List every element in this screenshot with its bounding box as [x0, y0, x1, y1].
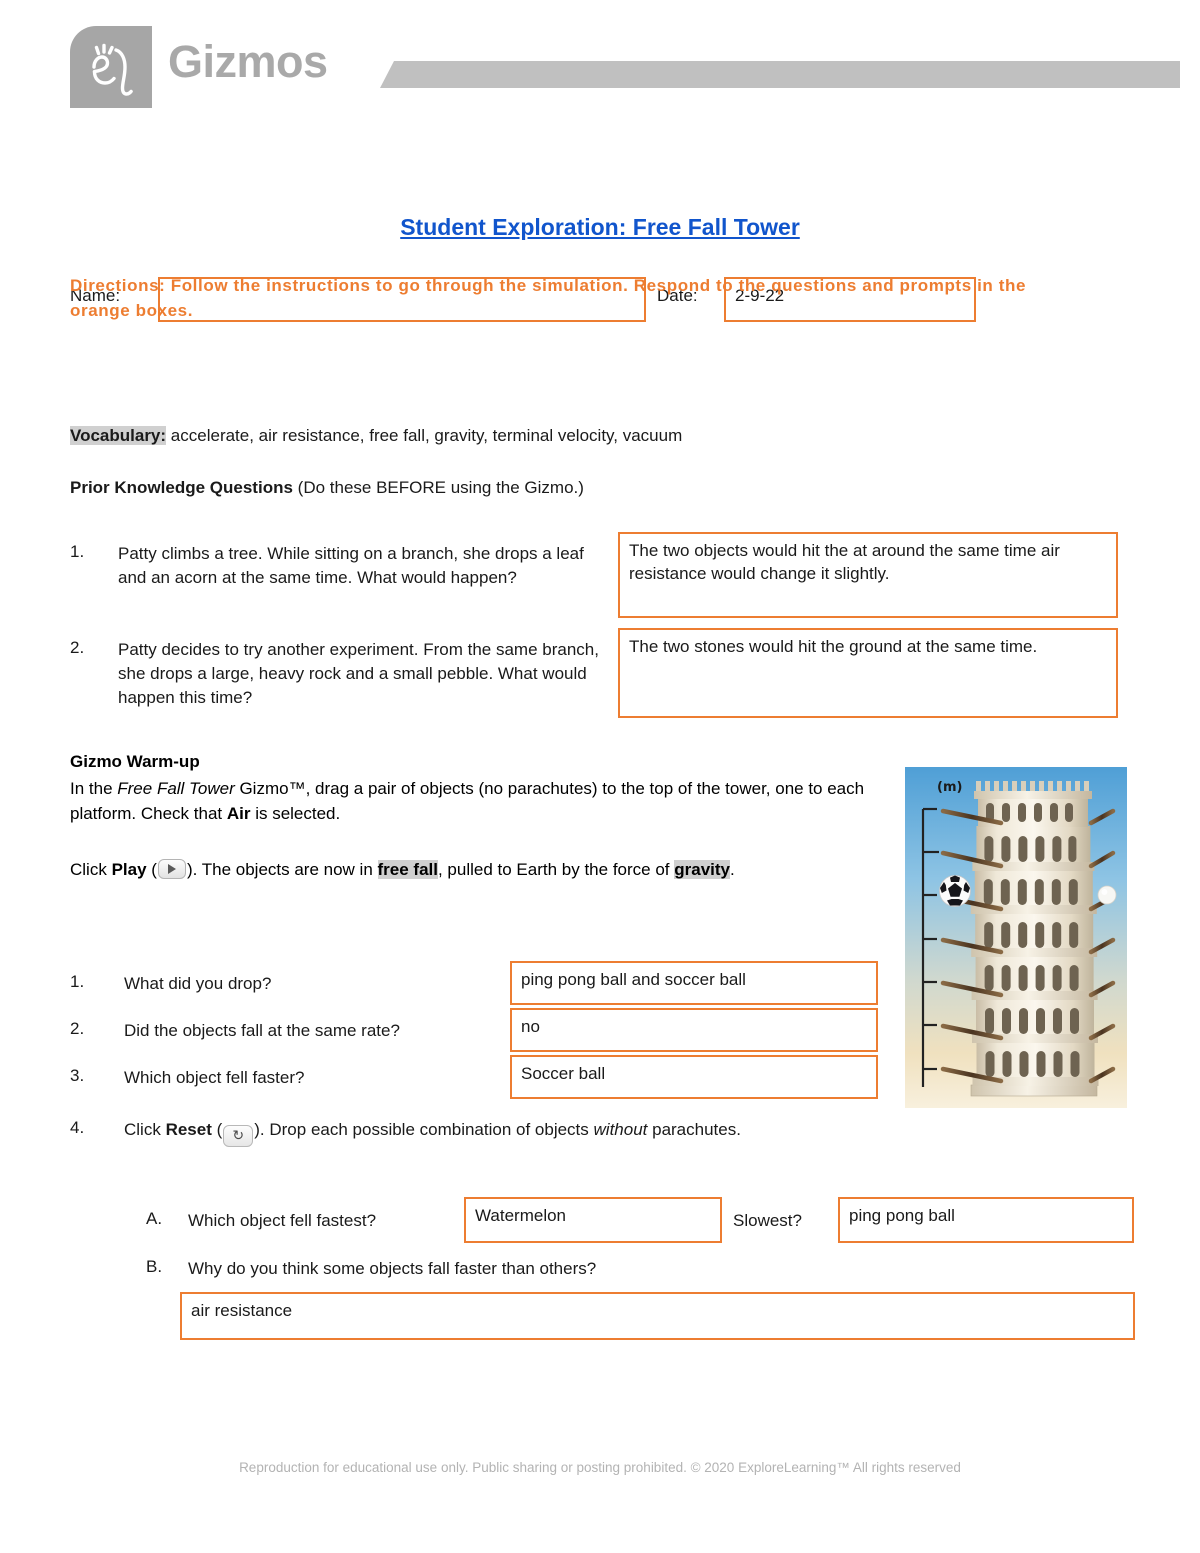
prior-knowledge-heading-rest: (Do these BEFORE using the Gizmo.) [297, 478, 584, 497]
document-header: Gizmos [0, 0, 1200, 120]
warmup-question-3-prompt: Which object fell faster? [124, 1068, 305, 1087]
gizmos-wordmark: Gizmos [168, 36, 328, 87]
warmup-question-3-answer[interactable]: Soccer ball [510, 1055, 878, 1099]
warmup-p2-c: ). The objects are now in [186, 860, 378, 879]
tower-svg: (m) [905, 767, 1127, 1108]
axis-unit-label: (m) [937, 780, 962, 795]
warmup-p2-bold-play: Play [111, 860, 147, 879]
soccer-ball-icon [939, 875, 971, 907]
footer-copyright: Reproduction for educational use only. P… [239, 1460, 961, 1475]
q4-text-b: ( [211, 1120, 223, 1139]
page-title: Student Exploration: Free Fall Tower [400, 214, 800, 240]
q4-text-c: ). Drop each possible combination of obj… [254, 1120, 594, 1139]
reset-icon[interactable]: ↻ [223, 1125, 254, 1147]
q4-italic-without: without [593, 1120, 648, 1139]
ping-pong-ball-icon [1097, 885, 1117, 905]
warmup-question-2-answer[interactable]: no [510, 1008, 878, 1052]
header-accent-bar [380, 61, 1180, 88]
warmup-p1-c: is selected. [250, 803, 341, 823]
q4-text-a: Click [124, 1120, 166, 1139]
pk-question-2-prompt: Patty decides to try another experiment.… [118, 640, 599, 708]
warmup-question-2-number: 2. [70, 1019, 85, 1038]
warmup-p2-d: , pulled to Earth by the force of [437, 860, 675, 879]
sub-item-a-prompt: Which object fell fastest? [188, 1211, 377, 1230]
warmup-p2-a: Click [70, 860, 112, 879]
warmup-highlight-gravity: gravity [674, 860, 730, 879]
warmup-question-1-prompt: What did you drop? [124, 974, 272, 993]
vocabulary-line: Vocabulary: accelerate, air resistance, … [70, 426, 682, 446]
sub-item-a-slowest-answer[interactable]: ping pong ball [838, 1197, 1134, 1243]
gizmo-warmup-heading: Gizmo Warm-up [70, 752, 200, 771]
warmup-p2-e: . [729, 860, 735, 879]
warmup-question-1-answer[interactable]: ping pong ball and soccer ball [510, 961, 878, 1005]
sub-item-a-fastest-answer[interactable]: Watermelon [464, 1197, 722, 1243]
pk-question-1-number: 1. [70, 542, 85, 561]
sub-item-b-letter: B. [146, 1257, 163, 1276]
sub-item-a-letter: A. [146, 1209, 163, 1228]
prior-knowledge-heading-bold: Prior Knowledge Questions [70, 478, 293, 497]
gizmo-warmup-paragraph-1: In the Free Fall Tower Gizmo™, drag a pa… [70, 777, 900, 826]
warmup-question-4-prompt: Click Reset (↻). Drop each possible comb… [124, 1118, 824, 1147]
sub-item-b-answer[interactable]: air resistance [180, 1292, 1135, 1340]
sub-item-a-slowest-label: Slowest? [733, 1211, 802, 1230]
vocabulary-terms: accelerate, air resistance, free fall, g… [170, 426, 683, 445]
warmup-p2-b: ( [146, 860, 157, 879]
warmup-question-3-number: 3. [70, 1066, 85, 1085]
pk-question-2-answer[interactable]: The two stones would hit the ground at t… [618, 628, 1118, 718]
name-date-row: Name: Date: 2-9-22 [0, 136, 1200, 322]
pk-question-1-answer[interactable]: The two objects would hit the at around … [618, 532, 1118, 618]
pk-question-2-number: 2. [70, 638, 85, 657]
warmup-question-4-number: 4. [70, 1118, 85, 1137]
prior-knowledge-heading: Prior Knowledge Questions (Do these BEFO… [70, 478, 584, 498]
explorelearning-el-logo-icon [70, 26, 152, 108]
pk-question-1-prompt: Patty climbs a tree. While sitting on a … [118, 544, 584, 588]
warmup-question-1-number: 1. [70, 972, 85, 991]
warmup-question-2-prompt: Did the objects fall at the same rate? [124, 1021, 400, 1040]
warmup-p1-italic: Free Fall Tower [117, 779, 235, 798]
q4-bold-reset: Reset [165, 1120, 212, 1139]
free-fall-tower-illustration: (m) [905, 767, 1127, 1108]
gizmo-warmup-paragraph-2: Click Play ( ). The objects are now in fr… [70, 857, 860, 883]
el-script-glyph-icon [92, 43, 133, 96]
vocabulary-label: Vocabulary: [70, 426, 167, 445]
warmup-p1-bold-air: Air [226, 803, 251, 823]
sub-item-b-prompt: Why do you think some objects fall faste… [188, 1259, 597, 1278]
directions-text: Directions: Follow the instructions to g… [70, 276, 1026, 320]
warmup-p1-a: In the [70, 779, 118, 798]
warmup-highlight-free-fall: free fall [377, 860, 438, 879]
play-icon[interactable] [157, 859, 186, 879]
q4-text-d: parachutes. [647, 1120, 741, 1139]
